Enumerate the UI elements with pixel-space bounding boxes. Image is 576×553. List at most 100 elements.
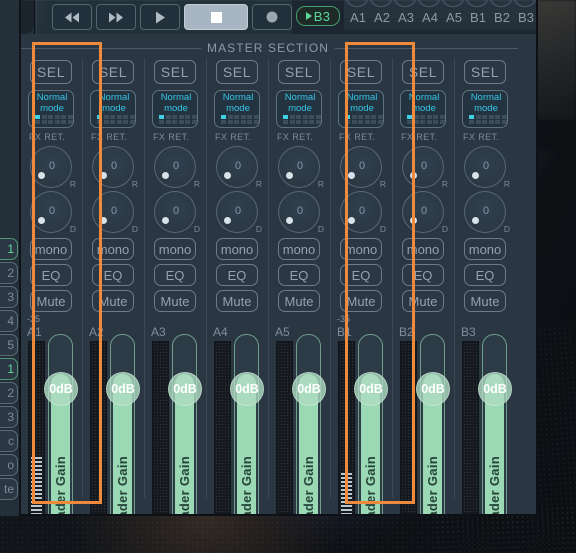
mode-led — [283, 120, 288, 124]
fader-track[interactable] — [482, 334, 507, 514]
knob-d-tag: D — [379, 224, 386, 234]
transport-rewind-button[interactable] — [52, 4, 92, 30]
channel-id-label: A4 — [213, 325, 228, 339]
mute-button[interactable]: Mute — [154, 290, 196, 312]
fader-track[interactable] — [296, 334, 321, 514]
mode-led — [97, 120, 102, 124]
mode-led — [54, 120, 60, 124]
eq-button[interactable]: EQ — [92, 264, 134, 286]
fader-handle[interactable]: 0dB — [44, 372, 78, 406]
mode-led — [289, 114, 295, 119]
transport-channel-name-b2[interactable]: B2 — [490, 10, 514, 25]
transport-channel-name-b3[interactable]: B3 — [514, 10, 536, 25]
fader-track[interactable] — [420, 334, 445, 514]
mute-button[interactable]: Mute — [30, 290, 72, 312]
transport-channel-name-b1[interactable]: B1 — [466, 10, 490, 25]
stop-icon — [210, 11, 222, 23]
sel-button[interactable]: SEL — [92, 60, 134, 84]
sel-button[interactable]: SEL — [402, 60, 444, 84]
mono-button[interactable]: mono — [30, 238, 72, 260]
channel-knob-arc — [346, 0, 368, 7]
mute-button[interactable]: Mute — [216, 290, 258, 312]
sel-button[interactable]: SEL — [278, 60, 320, 84]
eq-button[interactable]: EQ — [278, 264, 320, 286]
mono-button[interactable]: mono — [154, 238, 196, 260]
normal-mode-display[interactable]: Normal mode — [90, 90, 136, 128]
fader-track[interactable] — [358, 334, 383, 514]
knob-value: 0 — [358, 205, 366, 217]
normal-mode-display[interactable]: Normal mode — [462, 90, 508, 128]
mute-button[interactable]: Mute — [464, 290, 506, 312]
mono-button[interactable]: mono — [216, 238, 258, 260]
normal-mode-display[interactable]: Normal mode — [276, 90, 322, 128]
fader-handle[interactable]: 0dB — [106, 372, 140, 406]
mute-button[interactable]: Mute — [92, 290, 134, 312]
mono-button[interactable]: mono — [340, 238, 382, 260]
fader-track[interactable] — [48, 334, 73, 514]
transport-channel-name-a2[interactable]: A2 — [370, 10, 394, 25]
rail-tab-8[interactable]: c — [0, 430, 18, 452]
rail-tab-5[interactable]: 1 — [0, 358, 18, 380]
transport-channel-name-a3[interactable]: A3 — [394, 10, 418, 25]
mode-led-array — [407, 114, 445, 124]
rail-tab-6[interactable]: 2 — [0, 382, 18, 404]
mute-button[interactable]: Mute — [278, 290, 320, 312]
eq-button[interactable]: EQ — [154, 264, 196, 286]
left-rail-tabs: 1 2 3 4 5 1 2 3 c o te — [0, 238, 19, 500]
mono-button[interactable]: mono — [278, 238, 320, 260]
transport-stop-button[interactable] — [184, 4, 248, 30]
strip-separator — [82, 58, 83, 498]
fader-track[interactable] — [172, 334, 197, 514]
eq-button[interactable]: EQ — [30, 264, 72, 286]
mono-button[interactable]: mono — [464, 238, 506, 260]
transport-channel-name-a1[interactable]: A1 — [346, 10, 370, 25]
rail-tab-4[interactable]: 5 — [0, 334, 18, 356]
rail-tab-10[interactable]: te — [0, 478, 18, 500]
rail-tab-0[interactable]: 1 — [0, 238, 18, 260]
transport-channel-name-a5[interactable]: A5 — [442, 10, 466, 25]
fader-value-label: 0dB — [359, 382, 383, 396]
fader-track[interactable] — [110, 334, 135, 514]
transport-play-button[interactable] — [140, 4, 180, 30]
mute-button[interactable]: Mute — [340, 290, 382, 312]
eq-button[interactable]: EQ — [340, 264, 382, 286]
mono-button[interactable]: mono — [92, 238, 134, 260]
mode-led — [48, 114, 53, 119]
rail-tab-7[interactable]: 3 — [0, 406, 18, 428]
knob-d-tag: D — [503, 224, 510, 234]
master-section-title-row: MASTER SECTION — [18, 40, 519, 56]
sel-button[interactable]: SEL — [216, 60, 258, 84]
transport-record-button[interactable] — [252, 4, 292, 30]
mono-button[interactable]: mono — [402, 238, 444, 260]
transport-fast-forward-button[interactable] — [96, 4, 136, 30]
fader-handle[interactable]: 0dB — [292, 372, 326, 406]
transport-channel-name-a4[interactable]: A4 — [418, 10, 442, 25]
fader-handle[interactable]: 0dB — [478, 372, 512, 406]
rail-tab-2[interactable]: 3 — [0, 286, 18, 308]
sel-button[interactable]: SEL — [340, 60, 382, 84]
fader-handle[interactable]: 0dB — [354, 372, 388, 406]
normal-mode-display[interactable]: Normal mode — [152, 90, 198, 128]
normal-mode-display[interactable]: Normal mode — [338, 90, 384, 128]
rail-tab-9[interactable]: o — [0, 454, 18, 476]
sel-button[interactable]: SEL — [30, 60, 72, 84]
rail-tab-3[interactable]: 4 — [0, 310, 18, 332]
mode-led — [426, 120, 432, 124]
fader-track[interactable] — [234, 334, 259, 514]
eq-button[interactable]: EQ — [216, 264, 258, 286]
fader-handle[interactable]: 0dB — [416, 372, 450, 406]
normal-mode-display[interactable]: Normal mode — [400, 90, 446, 128]
fader-handle[interactable]: 0dB — [230, 372, 264, 406]
eq-button[interactable]: EQ — [402, 264, 444, 286]
fader-handle[interactable]: 0dB — [168, 372, 202, 406]
level-meter-fill — [31, 457, 42, 514]
bus-select-b3-button[interactable]: B3 — [296, 6, 340, 26]
eq-button[interactable]: EQ — [464, 264, 506, 286]
sel-button[interactable]: SEL — [464, 60, 506, 84]
channel-strip-a4: SEL Normal mode FX RET. 0 R 0 Dmono EQ Mute A4 Fade… — [206, 56, 268, 514]
normal-mode-display[interactable]: Normal mode — [28, 90, 74, 128]
normal-mode-display[interactable]: Normal mode — [214, 90, 260, 128]
mute-button[interactable]: Mute — [402, 290, 444, 312]
sel-button[interactable]: SEL — [154, 60, 196, 84]
rail-tab-1[interactable]: 2 — [0, 262, 18, 284]
